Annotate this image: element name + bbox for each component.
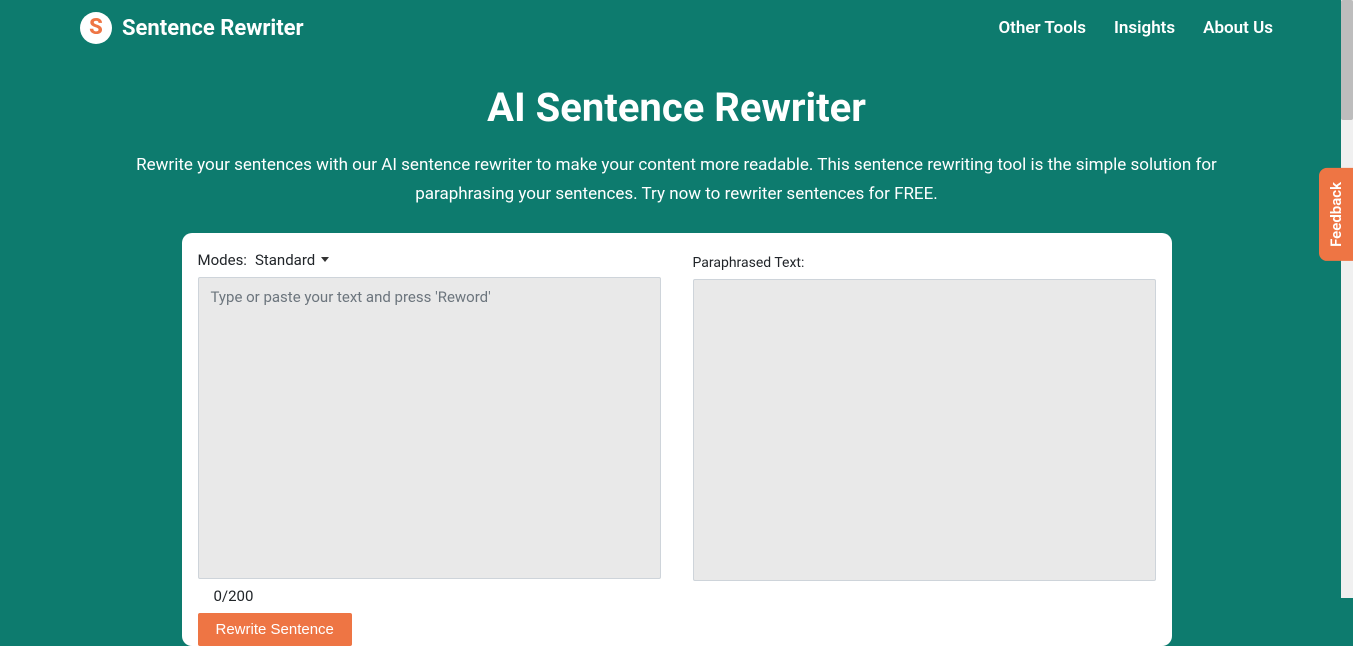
scrollbar[interactable] — [1341, 0, 1353, 598]
page-subtitle: Rewrite your sentences with our AI sente… — [87, 151, 1267, 209]
modes-label: Modes: — [198, 251, 247, 269]
mode-select[interactable]: Standard — [255, 251, 329, 269]
logo-icon: S — [80, 12, 112, 44]
output-column: Paraphrased Text: — [693, 251, 1156, 646]
rewrite-button[interactable]: Rewrite Sentence — [198, 613, 352, 646]
nav: Other Tools Insights About Us — [998, 18, 1273, 38]
tool-card: Modes: Standard 0/200 Rewrite Sentence P… — [182, 233, 1172, 646]
mode-selected: Standard — [255, 251, 315, 269]
chevron-down-icon — [321, 257, 329, 262]
feedback-tab[interactable]: Feedback — [1319, 168, 1353, 261]
char-counter: 0/200 — [214, 587, 661, 605]
modes-row: Modes: Standard — [198, 251, 661, 269]
nav-insights[interactable]: Insights — [1114, 18, 1175, 38]
header: S Sentence Rewriter Other Tools Insights… — [0, 0, 1353, 56]
output-label: Paraphrased Text: — [693, 255, 1156, 271]
output-box — [693, 279, 1156, 581]
nav-other-tools[interactable]: Other Tools — [998, 18, 1086, 38]
input-column: Modes: Standard 0/200 Rewrite Sentence — [198, 251, 661, 646]
brand-name: Sentence Rewriter — [122, 16, 304, 41]
logo[interactable]: S Sentence Rewriter — [80, 12, 304, 44]
page-title: AI Sentence Rewriter — [80, 84, 1273, 131]
scrollbar-thumb[interactable] — [1341, 0, 1353, 120]
input-textarea[interactable] — [198, 277, 661, 579]
logo-letter: S — [89, 17, 103, 39]
nav-about[interactable]: About Us — [1203, 18, 1273, 38]
hero: AI Sentence Rewriter Rewrite your senten… — [0, 56, 1353, 233]
